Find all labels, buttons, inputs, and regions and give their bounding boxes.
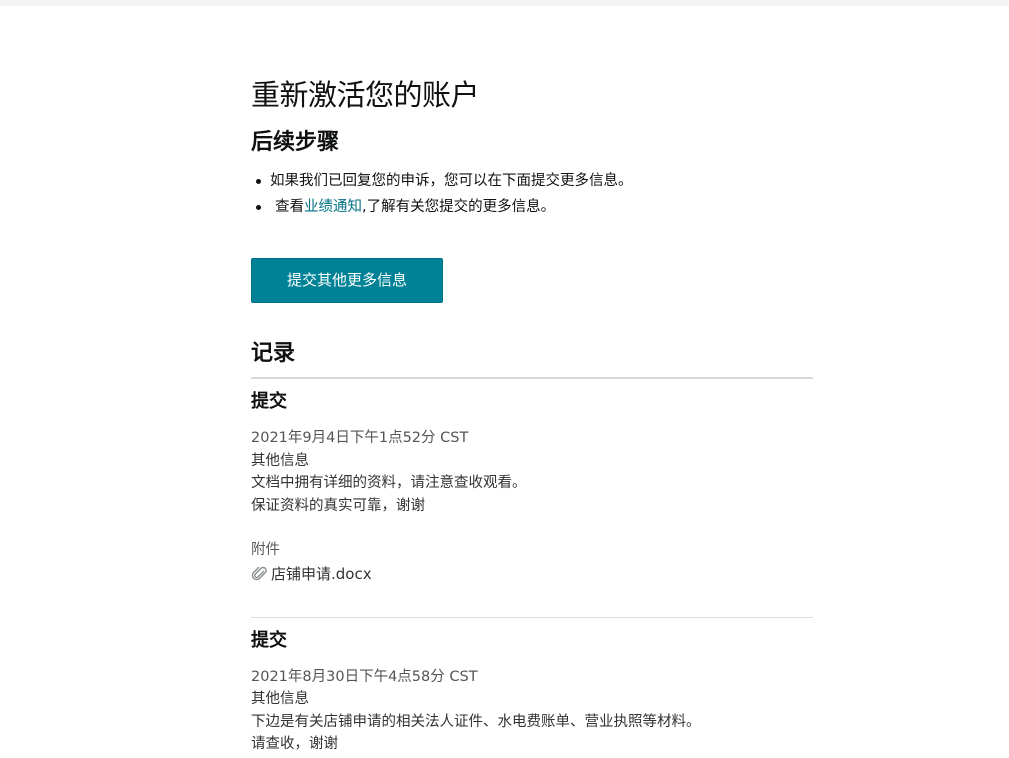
record-title: 提交 [251,629,287,651]
record-date: 2021年9月4日下午1点52分 CST [251,430,469,446]
record-details: 2021年8月30日下午4点58分 CST 其他信息 下边是有关店铺申请的相关法… [251,666,813,756]
attachment-link[interactable]: 店铺申请.docx [251,562,813,586]
record-type: 其他信息 [251,691,309,707]
record-line: 保证资料的真实可靠，谢谢 [251,497,425,514]
next-steps-list: 如果我们已回复您的申诉，您可以在下面提交更多信息。 查看业绩通知,了解有关您提交… [251,168,813,220]
record-item: 提交 2021年8月30日下午4点58分 CST 其他信息 下边是有关店铺申请的… [251,618,813,756]
record-item: 提交 2021年9月4日下午1点52分 CST 其他信息 文档中拥有详细的资料，… [251,379,813,618]
attachment-filename[interactable]: 店铺申请.docx [271,562,372,586]
next-step-text: 如果我们已回复您的申诉，您可以在下面提交更多信息。 [270,173,633,189]
paperclip-icon [251,565,269,583]
next-step-text: 查看 [275,199,304,215]
top-bar [0,0,1009,6]
next-steps-heading: 后续步骤 [251,130,340,155]
record-details: 2021年9月4日下午1点52分 CST 其他信息 文档中拥有详细的资料，请注意… [251,427,813,517]
main-content: 重新激活您的账户 后续步骤 如果我们已回复您的申诉，您可以在下面提交更多信息。 … [251,70,813,756]
records-heading: 记录 [251,341,296,366]
record-line: 下边是有关店铺申请的相关法人证件、水电费账单、营业执照等材料。 [251,713,701,730]
next-step-text: ,了解有关您提交的更多信息。 [362,199,556,215]
record-type: 其他信息 [251,452,309,469]
attachments-label: 附件 [251,542,280,558]
next-step-item: 查看业绩通知,了解有关您提交的更多信息。 [251,194,813,220]
performance-notifications-link[interactable]: 业绩通知 [304,199,362,215]
record-title: 提交 [251,391,287,412]
record-date: 2021年8月30日下午4点58分 CST [251,668,478,685]
record-line: 请查收，谢谢 [251,736,338,752]
next-step-item: 如果我们已回复您的申诉，您可以在下面提交更多信息。 [251,168,813,194]
record-line: 文档中拥有详细的资料，请注意查收观看。 [251,475,527,491]
page-title: 重新激活您的账户 [251,78,480,112]
submit-more-info-button[interactable]: 提交其他更多信息 [251,258,443,303]
